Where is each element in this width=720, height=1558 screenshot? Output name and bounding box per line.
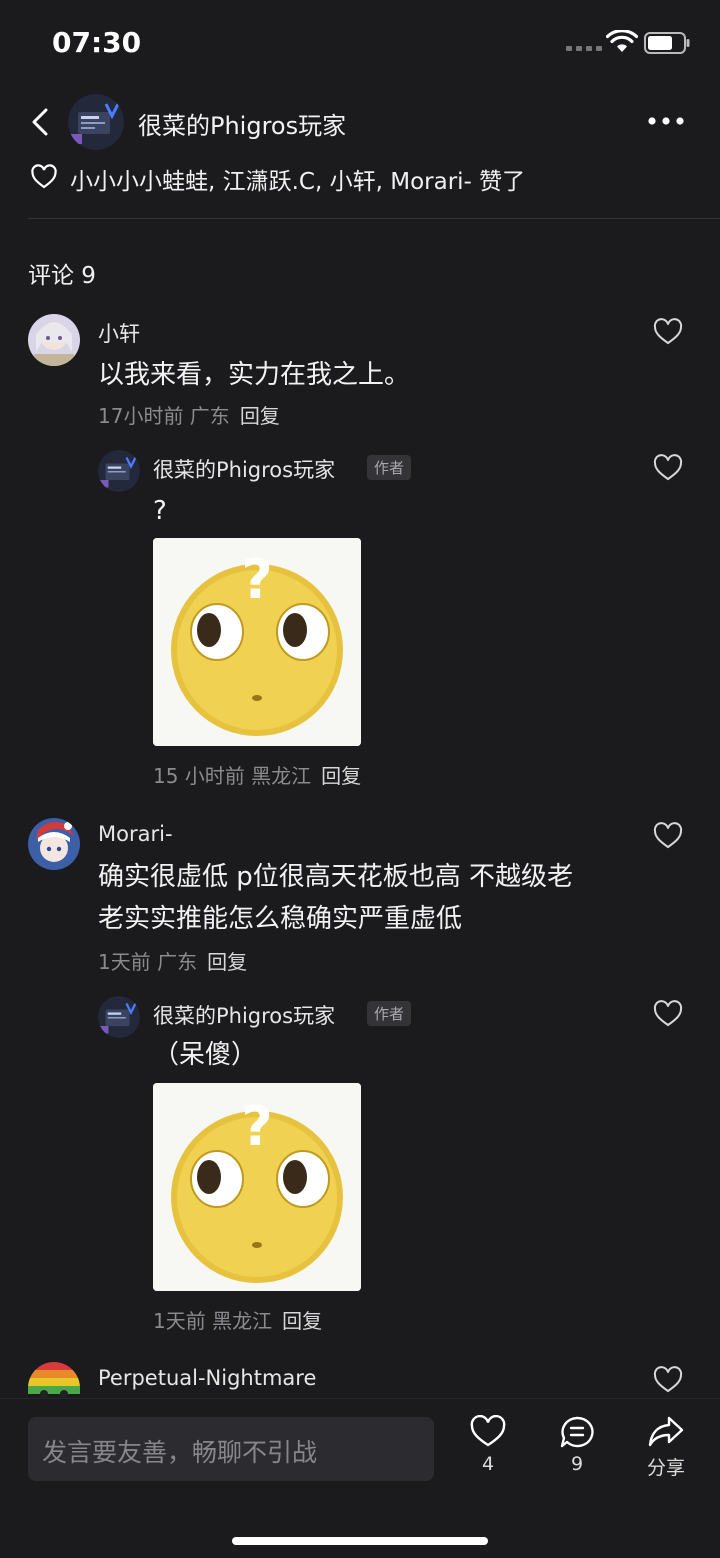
avatar[interactable] (98, 996, 140, 1038)
avatar[interactable] (98, 450, 140, 492)
share-label: 分享 (646, 1457, 685, 1479)
comment-button[interactable]: 9 (547, 1415, 607, 1475)
comment-username[interactable]: 很菜的Phigros玩家 (153, 454, 335, 484)
heart-icon (470, 1415, 506, 1447)
heart-icon[interactable] (652, 454, 684, 482)
avatar[interactable] (28, 314, 80, 366)
comment-time-location: 1天前 广东 (98, 950, 198, 974)
comment-time-location: 1天前 黑龙江 (153, 1309, 273, 1333)
comment-time-location: 17小时前 广东 (98, 404, 230, 428)
status-time: 07:30 (52, 26, 142, 59)
heart-icon[interactable] (652, 318, 684, 346)
reply-button[interactable]: 回复 (240, 404, 280, 428)
battery-icon (644, 32, 690, 54)
more-icon[interactable] (644, 114, 688, 128)
comment-username[interactable]: 很菜的Phigros玩家 (153, 1000, 335, 1030)
signal-icon (566, 46, 602, 51)
comment-icon (560, 1416, 594, 1448)
reply-button[interactable]: 回复 (282, 1309, 322, 1333)
comment-count: 9 (570, 1453, 584, 1475)
likers-row[interactable]: 小小小小蛙蛙, 江潇跃.C, 小轩, Morari- 赞了 (0, 158, 720, 208)
comment-text-line2: 老实实推能怎么稳确实严重虚低 (98, 904, 463, 934)
comment-username[interactable]: Perpetual-Nightmare (98, 1366, 316, 1390)
status-bar: 07:30 (0, 0, 720, 86)
avatar[interactable] (28, 818, 80, 870)
svg-text:?: ? (241, 1095, 272, 1158)
comments-title: 评论 9 (28, 263, 96, 289)
divider (28, 218, 720, 219)
sticker-image[interactable]: ? (153, 538, 361, 746)
header: 很菜的Phigros玩家 (0, 86, 720, 158)
reply-button[interactable]: 回复 (321, 764, 361, 788)
comment-text-line1: 确实很虚低 p位很高天花板也高 不越级老 (98, 862, 574, 892)
comment-input-placeholder: 发言要友善，畅聊不引战 (42, 1438, 318, 1467)
comment-meta: 1天前 广东 回复 (98, 946, 247, 975)
likers-text: 小小小小蛙蛙, 江潇跃.C, 小轩, Morari- 赞了 (70, 169, 526, 195)
comment-meta: 1天前 黑龙江 回复 (153, 1305, 322, 1334)
like-count: 4 (481, 1453, 495, 1475)
comment-meta: 17小时前 广东 回复 (98, 400, 280, 429)
comment-time-location: 15 小时前 黑龙江 (153, 764, 312, 788)
comment-text: （呆傻） (153, 1040, 258, 1070)
share-button[interactable]: 分享 (636, 1415, 696, 1480)
author-avatar[interactable] (68, 94, 124, 150)
home-indicator (232, 1537, 488, 1545)
author-badge: 作者 (367, 455, 412, 480)
bottom-bar: 发言要友善，畅聊不引战 4 9 分享 (0, 1398, 720, 1558)
heart-icon (31, 164, 57, 189)
reply-button[interactable]: 回复 (207, 950, 247, 974)
comment-text: 以我来看，实力在我之上。 (98, 360, 411, 390)
comment-text: ? (153, 496, 167, 526)
back-icon[interactable] (28, 106, 54, 138)
wifi-icon (606, 30, 638, 52)
heart-icon[interactable] (652, 822, 684, 850)
svg-text:?: ? (241, 548, 272, 611)
comment-meta: 15 小时前 黑龙江 回复 (153, 760, 361, 789)
header-author-name[interactable]: 很菜的Phigros玩家 (138, 106, 346, 141)
heart-icon[interactable] (652, 1000, 684, 1028)
heart-icon[interactable] (652, 1366, 684, 1394)
share-icon (648, 1416, 684, 1447)
comment-username[interactable]: Morari- (98, 822, 173, 846)
like-button[interactable]: 4 (458, 1415, 518, 1475)
avatar[interactable] (28, 1362, 80, 1398)
sticker-image[interactable]: ? (153, 1083, 361, 1291)
author-badge: 作者 (367, 1001, 412, 1026)
comment-username[interactable]: 小轩 (98, 318, 140, 348)
comment-input[interactable]: 发言要友善，畅聊不引战 (28, 1417, 434, 1481)
